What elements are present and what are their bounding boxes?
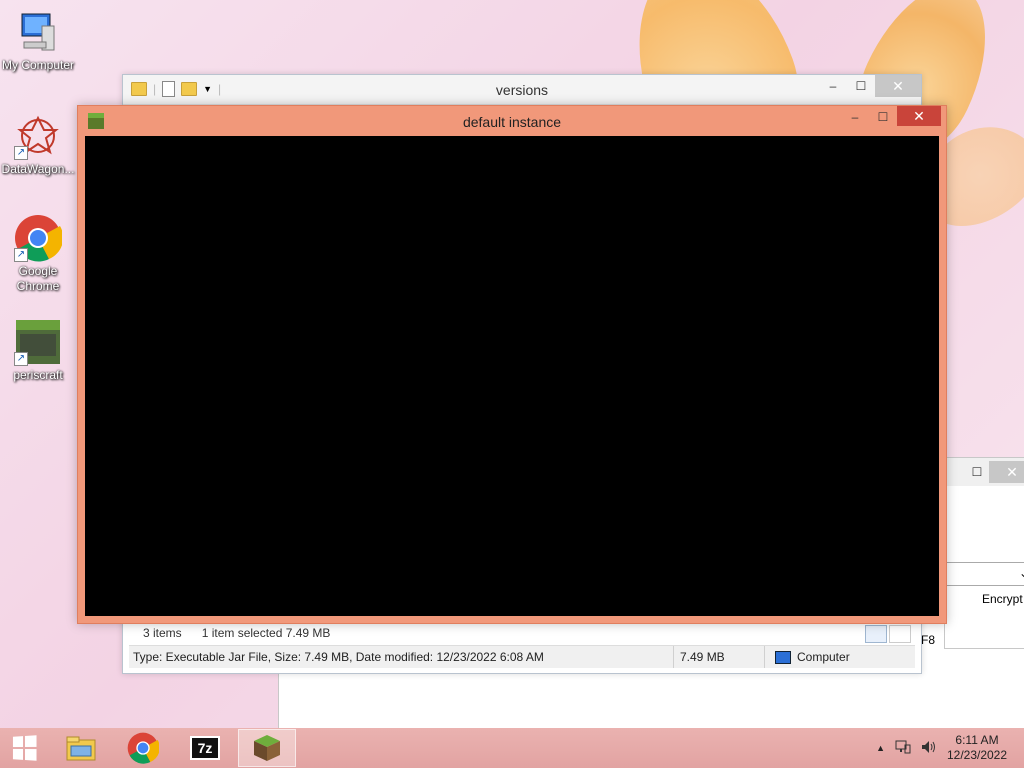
windows-logo-icon [12, 735, 37, 761]
betacraft-icon: ↗ [14, 318, 62, 366]
desktop-icon-label: periscraft [13, 368, 63, 382]
computer-icon [14, 8, 62, 56]
background-window-right: ☐ ✕ ⌄ Encrypt F8 [921, 457, 1024, 649]
show-hidden-icons-button[interactable]: ▲ [876, 743, 885, 753]
maximize-button[interactable]: ☐ [963, 461, 991, 483]
maximize-button[interactable]: ☐ [869, 106, 897, 128]
close-button[interactable]: ✕ [875, 75, 921, 97]
grass-block-icon [254, 735, 280, 761]
computer-icon [775, 650, 791, 664]
window-title: default instance [462, 114, 562, 130]
7zip-icon: 7z [190, 736, 220, 760]
dropdown[interactable]: ⌄ [945, 562, 1024, 586]
maximize-button[interactable]: ☐ [847, 75, 875, 97]
window-controls: – ☐ ✕ [819, 75, 921, 97]
taskbar-minecraft[interactable] [238, 729, 296, 767]
system-tray: ▲ 6:11 AM 12/23/2022 [871, 728, 1024, 768]
status-bar: 3 items 1 item selected 7.49 MB [129, 621, 915, 645]
desktop-icon-label: My Computer [1, 58, 75, 72]
game-canvas[interactable] [85, 136, 939, 616]
chrome-icon: ↗ [14, 214, 64, 262]
location-label: Computer [797, 650, 850, 664]
explorer-titlebar[interactable]: | ▼ | versions – ☐ ✕ [123, 75, 921, 105]
start-button[interactable] [0, 729, 48, 767]
desktop-icon-datawagon[interactable]: ↗ DataWagon... [0, 112, 76, 177]
minimize-button[interactable]: – [841, 106, 869, 128]
volume-icon[interactable] [921, 740, 937, 757]
file-explorer-icon [66, 736, 96, 761]
large-icons-view-button[interactable] [889, 625, 911, 643]
taskbar: 7z ▲ 6:11 AM 12/23/2022 [0, 728, 1024, 768]
background-window-titlebar: ☐ ✕ [945, 458, 1024, 486]
taskbar-file-explorer[interactable] [52, 729, 110, 767]
column-header[interactable]: Encrypt [982, 592, 1023, 606]
chevron-down-icon: ⌄ [1018, 566, 1024, 580]
minimize-button[interactable]: – [819, 75, 847, 97]
close-button[interactable]: ✕ [989, 461, 1024, 483]
game-window: default instance – ☐ ✕ [77, 105, 947, 624]
game-titlebar[interactable]: default instance – ☐ ✕ [78, 106, 946, 136]
file-size: 7.49 MB [674, 646, 765, 668]
item-count: 3 items [143, 626, 182, 640]
desktop-icon-my-computer[interactable]: My Computer [0, 8, 76, 73]
desktop-icon-label: Google Chrome [16, 264, 60, 293]
shortcut-arrow-icon: ↗ [14, 146, 28, 160]
details-view-button[interactable] [865, 625, 887, 643]
window-controls: – ☐ ✕ [841, 106, 941, 128]
selection-info: 1 item selected 7.49 MB [201, 626, 331, 640]
location-cell: Computer [765, 646, 854, 668]
clock-time: 6:11 AM [955, 733, 999, 747]
chrome-icon [127, 732, 159, 764]
clock[interactable]: 6:11 AM 12/23/2022 [942, 733, 1012, 763]
taskbar-7zip[interactable]: 7z [176, 729, 234, 767]
view-buttons [865, 625, 911, 643]
desktop-icon-chrome[interactable]: ↗ Google Chrome [0, 214, 76, 294]
clock-date: 12/23/2022 [946, 748, 1008, 762]
desktop-icon-label: DataWagon... [1, 162, 75, 176]
file-type-info: Type: Executable Jar File, Size: 7.49 MB… [129, 646, 674, 668]
text-fragment: F8 [921, 633, 936, 647]
shortcut-arrow-icon: ↗ [14, 352, 28, 366]
taskbar-chrome[interactable] [114, 729, 172, 767]
close-button[interactable]: ✕ [897, 106, 941, 126]
shortcut-arrow-icon: ↗ [14, 248, 28, 262]
desktop-icon-periscraft[interactable]: ↗ periscraft [0, 318, 76, 383]
window-title: versions [495, 82, 549, 98]
network-icon[interactable] [895, 740, 911, 757]
details-bar: Type: Executable Jar File, Size: 7.49 MB… [129, 645, 915, 668]
datawagon-icon: ↗ [14, 112, 62, 160]
